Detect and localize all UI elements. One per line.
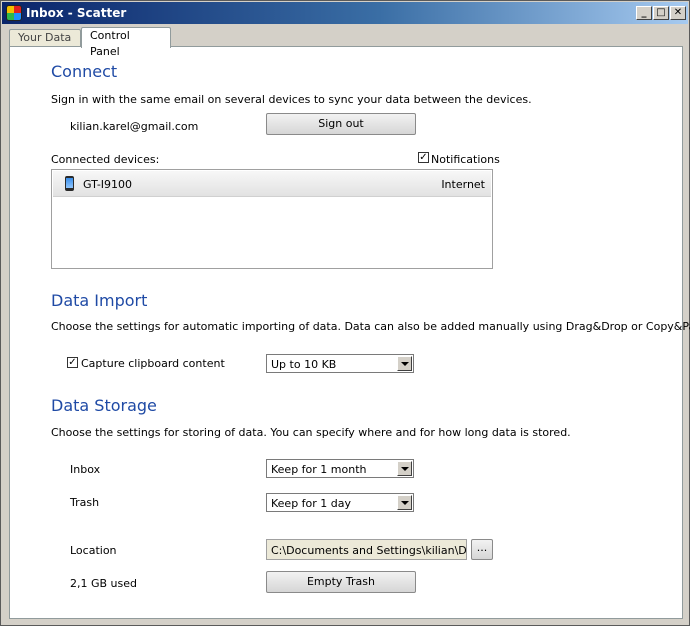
inbox-label: Inbox	[70, 463, 101, 476]
notifications-label: Notifications	[431, 153, 500, 166]
capture-limit-select[interactable]: Up to 10 KB	[266, 354, 414, 373]
maximize-button[interactable]: □	[653, 6, 669, 20]
tab-your-data[interactable]: Your Data	[9, 29, 81, 47]
data-storage-heading: Data Storage	[51, 396, 157, 415]
browse-button[interactable]: ...	[471, 539, 493, 560]
device-connection: Internet	[441, 178, 485, 191]
chevron-down-icon[interactable]	[397, 461, 412, 476]
scatter-app-icon	[6, 5, 22, 21]
chevron-down-icon[interactable]	[397, 356, 412, 371]
connected-devices-label: Connected devices:	[51, 153, 160, 166]
storage-usage: 2,1 GB used	[70, 577, 138, 590]
location-field[interactable]: C:\Documents and Settings\kilian\Dokum	[266, 539, 467, 560]
minimize-button[interactable]: _	[636, 6, 652, 20]
devices-list[interactable]: GT-I9100 Internet	[51, 169, 493, 269]
empty-trash-button[interactable]: Empty Trash	[266, 571, 416, 593]
phone-icon	[65, 176, 74, 191]
inbox-retention-value: Keep for 1 month	[271, 463, 367, 476]
capture-clipboard-label: Capture clipboard content	[81, 357, 225, 370]
device-name: GT-I9100	[83, 178, 133, 191]
sign-out-button[interactable]: Sign out	[266, 113, 416, 135]
connect-heading: Connect	[51, 62, 118, 81]
trash-label: Trash	[70, 496, 100, 509]
tab-control-panel[interactable]: Control Panel	[81, 27, 171, 58]
notifications-checkbox[interactable]: ✓	[418, 152, 429, 163]
data-import-description: Choose the settings for automatic import…	[51, 320, 690, 333]
trash-retention-select[interactable]: Keep for 1 day	[266, 493, 414, 512]
capture-clipboard-checkbox[interactable]: ✓	[67, 357, 78, 368]
location-label: Location	[70, 544, 117, 557]
window-title: Inbox - Scatter	[26, 6, 127, 20]
data-import-heading: Data Import	[51, 291, 148, 310]
list-item[interactable]: GT-I9100 Internet	[53, 171, 491, 197]
account-email: kilian.karel@gmail.com	[70, 120, 199, 133]
title-bar[interactable]: Inbox - Scatter _ □ ✕	[2, 2, 688, 24]
chevron-down-icon[interactable]	[397, 495, 412, 510]
capture-limit-value: Up to 10 KB	[271, 358, 337, 371]
inbox-retention-select[interactable]: Keep for 1 month	[266, 459, 414, 478]
app-window: Inbox - Scatter _ □ ✕ Your Data Control …	[0, 0, 690, 626]
location-path: C:\Documents and Settings\kilian\Dokum	[271, 544, 467, 557]
trash-retention-value: Keep for 1 day	[271, 497, 352, 510]
connect-description: Sign in with the same email on several d…	[51, 93, 532, 106]
data-storage-description: Choose the settings for storing of data.…	[51, 426, 571, 439]
close-button[interactable]: ✕	[670, 6, 686, 20]
control-panel: Connect Sign in with the same email on s…	[9, 46, 690, 619]
